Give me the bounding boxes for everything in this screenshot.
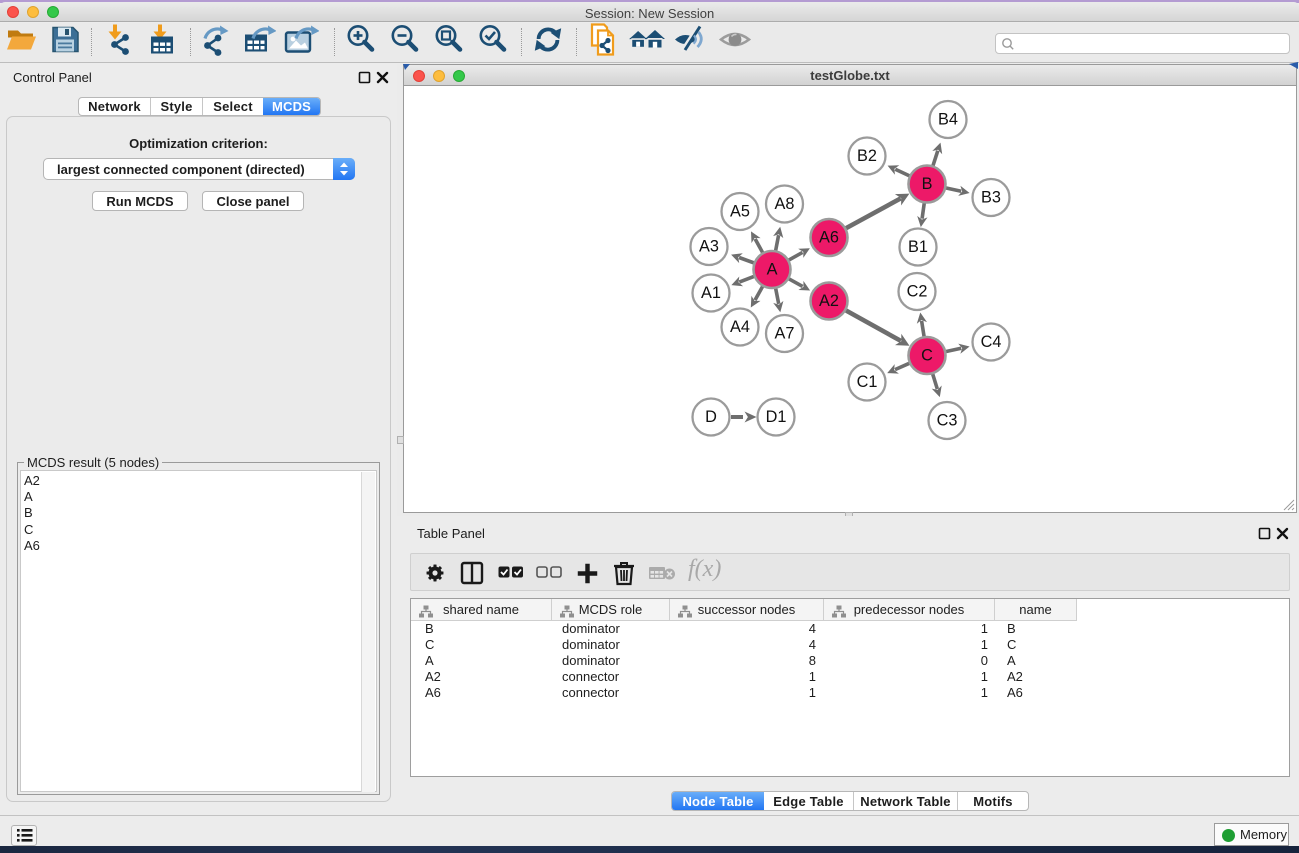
svg-text:C3: C3 [937, 412, 958, 430]
svg-text:A3: A3 [699, 238, 719, 256]
svg-text:A7: A7 [775, 325, 795, 343]
svg-text:A6: A6 [819, 229, 839, 247]
svg-text:A4: A4 [730, 318, 750, 336]
svg-text:B3: B3 [981, 189, 1001, 207]
svg-text:B2: B2 [857, 147, 877, 165]
svg-text:C2: C2 [907, 283, 928, 301]
svg-text:C4: C4 [981, 333, 1002, 351]
svg-text:D: D [705, 408, 717, 426]
svg-text:B: B [922, 175, 933, 193]
svg-text:B1: B1 [908, 238, 928, 256]
svg-text:C: C [921, 347, 933, 365]
svg-text:B4: B4 [938, 111, 958, 129]
svg-text:A: A [767, 261, 778, 279]
svg-text:C1: C1 [857, 373, 878, 391]
svg-text:A5: A5 [730, 203, 750, 221]
svg-text:A8: A8 [775, 195, 795, 213]
svg-text:A2: A2 [819, 292, 839, 310]
svg-text:D1: D1 [766, 408, 787, 426]
svg-text:A1: A1 [701, 284, 721, 302]
